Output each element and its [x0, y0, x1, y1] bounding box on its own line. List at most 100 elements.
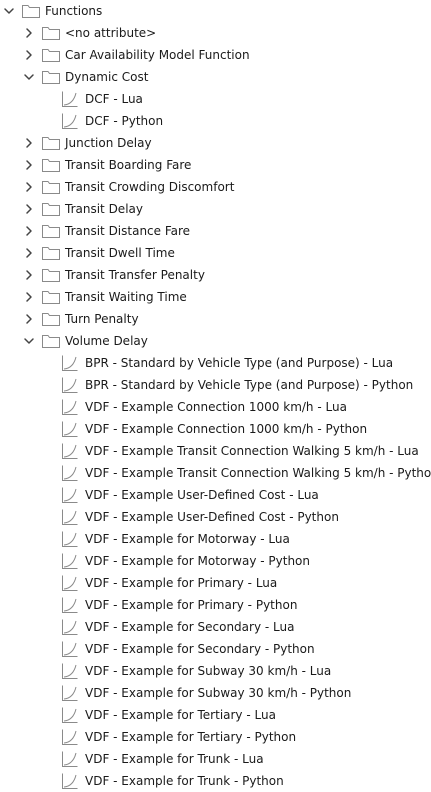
- tree-folder-transit-delay[interactable]: Transit Delay: [0, 198, 431, 220]
- tree-folder-dynamic-cost[interactable]: Dynamic Cost: [0, 66, 431, 88]
- tree-item-label: Transit Crowding Discomfort: [65, 180, 235, 194]
- chevron-right-icon[interactable]: [22, 136, 36, 150]
- folder-icon: [42, 26, 60, 40]
- tree-function-vdf-example-for-tertiary-lua[interactable]: VDF - Example for Tertiary - Lua: [0, 704, 431, 726]
- chevron-right-icon[interactable]: [22, 290, 36, 304]
- tree-item-label: VDF - Example User-Defined Cost - Python: [85, 510, 339, 524]
- function-curve-icon: [61, 443, 78, 459]
- tree-function-bpr-standard-by-vehicle-type-and-purpose-lua[interactable]: BPR - Standard by Vehicle Type (and Purp…: [0, 352, 431, 374]
- function-curve-icon: [61, 663, 78, 679]
- folder-icon: [42, 158, 60, 172]
- folder-icon: [22, 4, 40, 18]
- folder-icon: [42, 202, 60, 216]
- chevron-right-icon[interactable]: [22, 202, 36, 216]
- function-curve-icon: [61, 707, 78, 723]
- function-curve-icon: [61, 113, 78, 129]
- tree-item-label: VDF - Example Connection 1000 km/h - Pyt…: [85, 422, 368, 436]
- chevron-down-icon[interactable]: [2, 4, 16, 18]
- tree-function-vdf-example-for-tertiary-python[interactable]: VDF - Example for Tertiary - Python: [0, 726, 431, 748]
- tree-item-label: VDF - Example for Secondary - Lua: [85, 620, 295, 634]
- tree-item-label: BPR - Standard by Vehicle Type (and Purp…: [85, 356, 394, 370]
- tree-function-vdf-example-user-defined-cost-lua[interactable]: VDF - Example User-Defined Cost - Lua: [0, 484, 431, 506]
- tree-function-vdf-example-for-secondary-python[interactable]: VDF - Example for Secondary - Python: [0, 638, 431, 660]
- folder-icon: [42, 48, 60, 62]
- chevron-down-icon[interactable]: [22, 334, 36, 348]
- tree-item-label: VDF - Example Transit Connection Walking…: [85, 466, 431, 480]
- tree-folder-turn-penalty[interactable]: Turn Penalty: [0, 308, 431, 330]
- tree-item-label: Transit Delay: [65, 202, 143, 216]
- chevron-right-icon[interactable]: [22, 26, 36, 40]
- folder-icon: [42, 290, 60, 304]
- chevron-right-icon[interactable]: [22, 224, 36, 238]
- tree-function-vdf-example-connection-1000-km-h-lua[interactable]: VDF - Example Connection 1000 km/h - Lua: [0, 396, 431, 418]
- chevron-right-icon[interactable]: [22, 180, 36, 194]
- tree-item-label: VDF - Example for Primary - Lua: [85, 576, 278, 590]
- tree-function-vdf-example-for-subway-30-km-h-lua[interactable]: VDF - Example for Subway 30 km/h - Lua: [0, 660, 431, 682]
- tree-item-label: Functions: [45, 4, 103, 18]
- function-curve-icon: [61, 509, 78, 525]
- function-curve-icon: [61, 421, 78, 437]
- tree-item-label: Transit Dwell Time: [65, 246, 175, 260]
- tree-function-dcf-python[interactable]: DCF - Python: [0, 110, 431, 132]
- tree-function-vdf-example-for-motorway-lua[interactable]: VDF - Example for Motorway - Lua: [0, 528, 431, 550]
- tree-function-vdf-example-connection-1000-km-h-python[interactable]: VDF - Example Connection 1000 km/h - Pyt…: [0, 418, 431, 440]
- tree-function-vdf-example-user-defined-cost-python[interactable]: VDF - Example User-Defined Cost - Python: [0, 506, 431, 528]
- function-curve-icon: [61, 597, 78, 613]
- function-curve-icon: [61, 553, 78, 569]
- tree-item-label: DCF - Lua: [85, 92, 143, 106]
- tree-folder-junction-delay[interactable]: Junction Delay: [0, 132, 431, 154]
- chevron-right-icon[interactable]: [22, 312, 36, 326]
- tree-function-vdf-example-for-trunk-lua[interactable]: VDF - Example for Trunk - Lua: [0, 748, 431, 770]
- chevron-right-icon[interactable]: [22, 48, 36, 62]
- function-curve-icon: [61, 531, 78, 547]
- tree-root-functions[interactable]: Functions: [0, 0, 431, 22]
- tree-function-bpr-standard-by-vehicle-type-and-purpose-python[interactable]: BPR - Standard by Vehicle Type (and Purp…: [0, 374, 431, 396]
- tree-folder-no-attribute[interactable]: <no attribute>: [0, 22, 431, 44]
- tree-function-dcf-lua[interactable]: DCF - Lua: [0, 88, 431, 110]
- tree-item-label: VDF - Example for Motorway - Lua: [85, 532, 290, 546]
- folder-icon: [42, 180, 60, 194]
- tree-folder-transit-crowding-discomfort[interactable]: Transit Crowding Discomfort: [0, 176, 431, 198]
- tree-function-vdf-example-transit-connection-walking-5-km-h-lua[interactable]: VDF - Example Transit Connection Walking…: [0, 440, 431, 462]
- tree-item-label: VDF - Example User-Defined Cost - Lua: [85, 488, 319, 502]
- tree-folder-transit-waiting-time[interactable]: Transit Waiting Time: [0, 286, 431, 308]
- function-curve-icon: [61, 685, 78, 701]
- tree-item-label: <no attribute>: [65, 26, 157, 40]
- tree-function-vdf-example-transit-connection-walking-5-km-h-python[interactable]: VDF - Example Transit Connection Walking…: [0, 462, 431, 484]
- tree-folder-transit-transfer-penalty[interactable]: Transit Transfer Penalty: [0, 264, 431, 286]
- function-curve-icon: [61, 377, 78, 393]
- tree-function-vdf-example-for-secondary-lua[interactable]: VDF - Example for Secondary - Lua: [0, 616, 431, 638]
- tree-function-vdf-example-for-primary-lua[interactable]: VDF - Example for Primary - Lua: [0, 572, 431, 594]
- tree-item-label: Volume Delay: [65, 334, 148, 348]
- tree-item-label: Car Availability Model Function: [65, 48, 250, 62]
- function-curve-icon: [61, 575, 78, 591]
- tree-folder-transit-dwell-time[interactable]: Transit Dwell Time: [0, 242, 431, 264]
- tree-item-label: VDF - Example for Trunk - Lua: [85, 752, 264, 766]
- tree-item-label: BPR - Standard by Vehicle Type (and Purp…: [85, 378, 414, 392]
- tree-folder-transit-boarding-fare[interactable]: Transit Boarding Fare: [0, 154, 431, 176]
- folder-icon: [42, 268, 60, 282]
- tree-item-label: Turn Penalty: [65, 312, 139, 326]
- chevron-down-icon[interactable]: [22, 70, 36, 84]
- tree-folder-transit-distance-fare[interactable]: Transit Distance Fare: [0, 220, 431, 242]
- function-curve-icon: [61, 465, 78, 481]
- tree-folder-volume-delay[interactable]: Volume Delay: [0, 330, 431, 352]
- tree-item-label: VDF - Example for Secondary - Python: [85, 642, 315, 656]
- chevron-right-icon[interactable]: [22, 268, 36, 282]
- chevron-right-icon[interactable]: [22, 158, 36, 172]
- tree-item-label: VDF - Example for Tertiary - Lua: [85, 708, 276, 722]
- folder-icon: [42, 136, 60, 150]
- tree-item-label: VDF - Example Connection 1000 km/h - Lua: [85, 400, 347, 414]
- tree-item-label: VDF - Example Transit Connection Walking…: [85, 444, 419, 458]
- tree-item-label: DCF - Python: [85, 114, 164, 128]
- function-curve-icon: [61, 619, 78, 635]
- tree-function-vdf-example-for-subway-30-km-h-python[interactable]: VDF - Example for Subway 30 km/h - Pytho…: [0, 682, 431, 704]
- tree-function-vdf-example-for-primary-python[interactable]: VDF - Example for Primary - Python: [0, 594, 431, 616]
- folder-icon: [42, 312, 60, 326]
- tree-item-label: VDF - Example for Primary - Python: [85, 598, 298, 612]
- tree-folder-car-availability-model-function[interactable]: Car Availability Model Function: [0, 44, 431, 66]
- tree-function-vdf-example-for-motorway-python[interactable]: VDF - Example for Motorway - Python: [0, 550, 431, 572]
- tree-function-vdf-example-for-trunk-python[interactable]: VDF - Example for Trunk - Python: [0, 770, 431, 792]
- chevron-right-icon[interactable]: [22, 246, 36, 260]
- function-curve-icon: [61, 399, 78, 415]
